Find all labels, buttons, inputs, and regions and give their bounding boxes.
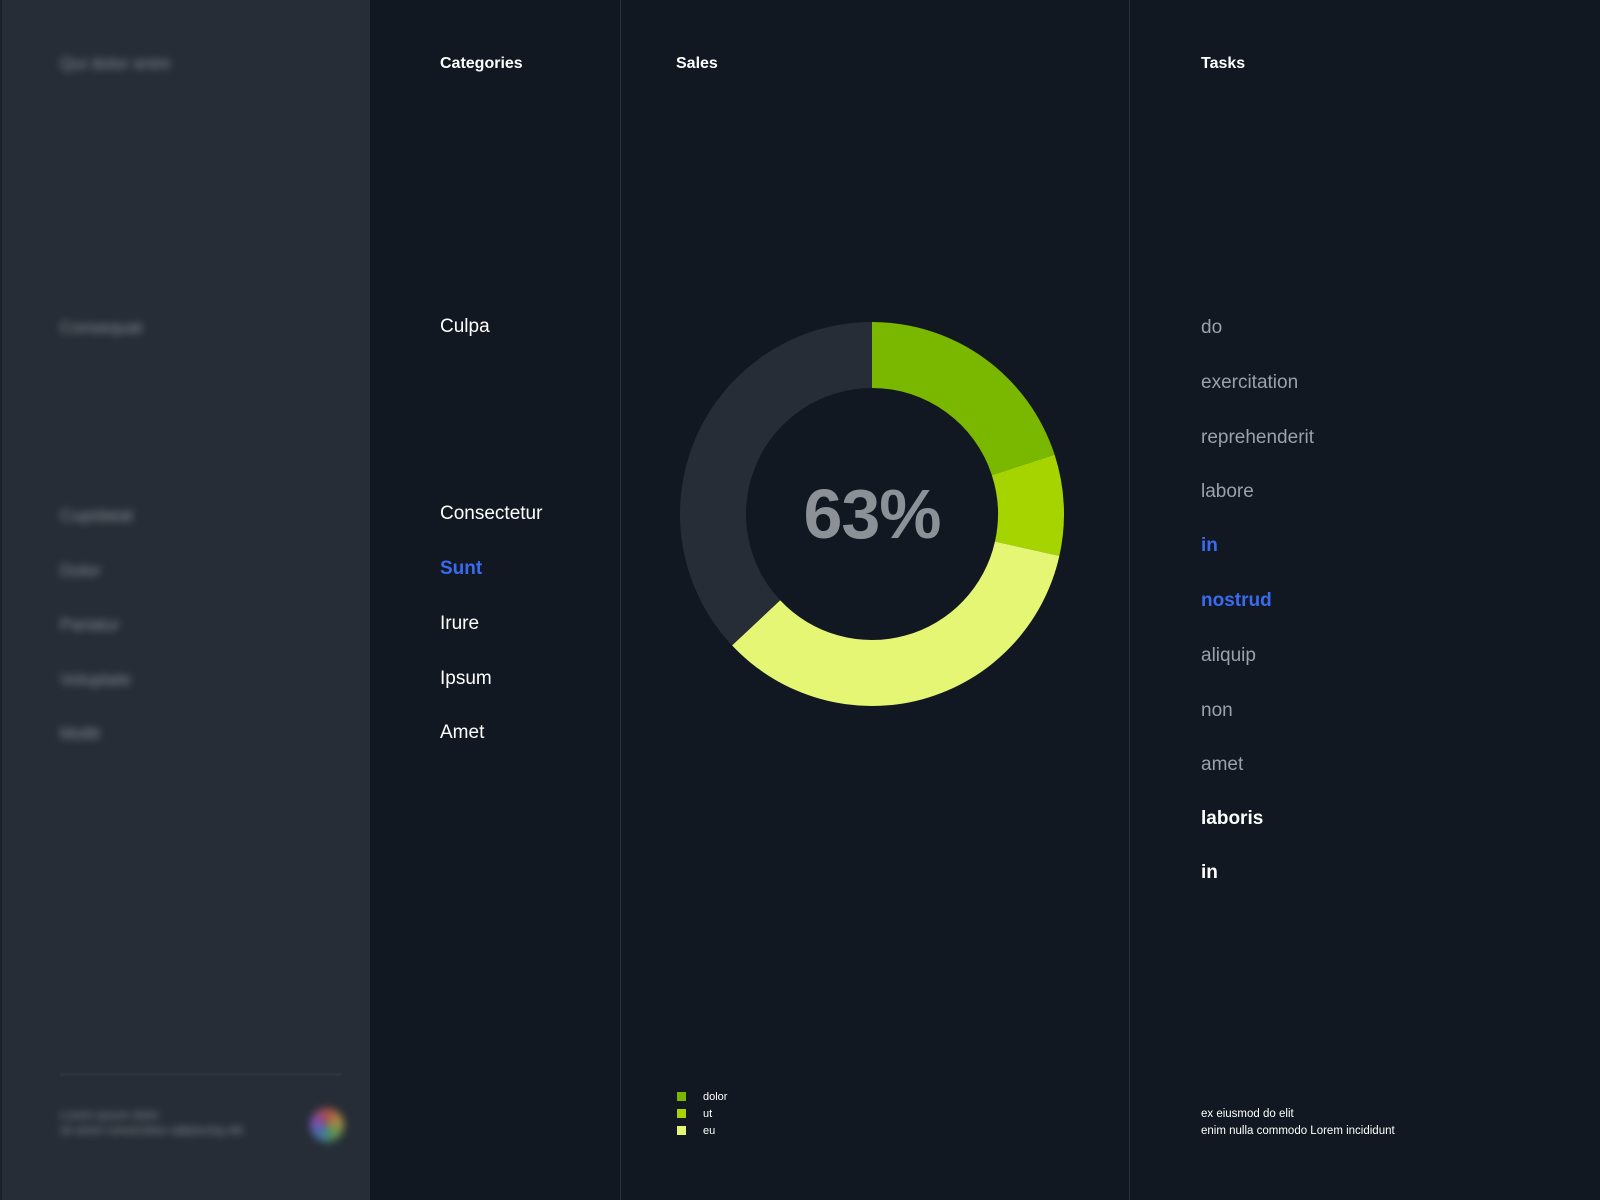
legend-item: ut	[677, 1105, 727, 1122]
column-divider	[620, 0, 621, 1200]
task-item[interactable]: reprehenderit	[1201, 425, 1314, 451]
legend-item: eu	[677, 1122, 727, 1139]
category-item[interactable]: Culpa	[440, 314, 490, 340]
avatar[interactable]	[310, 1108, 344, 1142]
category-item[interactable]: Consectetur	[440, 501, 542, 527]
sidebar-section-label[interactable]: Consequat	[60, 318, 142, 338]
task-item[interactable]: exercitation	[1201, 370, 1298, 396]
legend-swatch	[677, 1126, 686, 1135]
chart-legend: dolor ut eu	[677, 1088, 727, 1139]
sidebar-item-2[interactable]: Dolor	[60, 559, 133, 614]
tasks-footer: ex eiusmod do elit enim nulla commodo Lo…	[1201, 1106, 1395, 1140]
task-item[interactable]: do	[1201, 315, 1222, 341]
legend-label: dolor	[703, 1090, 728, 1103]
task-item-strong[interactable]: in	[1201, 860, 1218, 886]
category-item-active[interactable]: Sunt	[440, 556, 482, 582]
category-item[interactable]: Ipsum	[440, 666, 492, 692]
sidebar-item-1[interactable]: Cupidatat	[60, 504, 133, 559]
column-divider	[1129, 0, 1130, 1200]
task-item-strong[interactable]: laboris	[1201, 806, 1263, 832]
sales-title: Sales	[676, 55, 718, 72]
sidebar-footer-line1: Lorem ipsum dolor	[60, 1108, 160, 1122]
tasks-footer-line2: enim nulla commodo Lorem incididunt	[1201, 1125, 1395, 1137]
tasks-title: Tasks	[1201, 55, 1246, 72]
sidebar-brand: Qui dolor enim	[60, 54, 171, 73]
sidebar-footer-line2: sit amet consectetur adipiscing elit	[60, 1123, 243, 1137]
sidebar-item-5[interactable]: Mollit	[60, 722, 133, 777]
sidebar-item-4[interactable]: Voluptate	[60, 668, 133, 723]
legend-item: dolor	[677, 1088, 727, 1105]
legend-swatch	[677, 1109, 686, 1118]
legend-label: ut	[703, 1107, 713, 1120]
categories-title: Categories	[440, 55, 523, 72]
task-item[interactable]: labore	[1201, 479, 1254, 505]
sidebar-nav: Cupidatat Dolor Pariatur Voluptate Molli…	[60, 504, 133, 777]
donut-center-value: 63%	[803, 475, 941, 553]
task-item[interactable]: aliquip	[1201, 643, 1256, 669]
sidebar: Qui dolor enim Consequat Cupidatat Dolor…	[0, 0, 370, 1200]
sidebar-divider	[60, 1074, 342, 1075]
task-item-highlight[interactable]: nostrud	[1201, 588, 1272, 614]
tasks-footer-line1: ex eiusmod do elit	[1201, 1108, 1294, 1120]
sidebar-footer: Lorem ipsum dolor sit amet consectetur a…	[60, 1108, 243, 1138]
category-item[interactable]: Amet	[440, 720, 484, 746]
task-item-highlight[interactable]: in	[1201, 533, 1218, 559]
sales-donut-chart: 63%	[680, 322, 1064, 706]
category-item[interactable]: Irure	[440, 611, 479, 637]
task-item[interactable]: amet	[1201, 752, 1243, 778]
legend-swatch	[677, 1092, 686, 1101]
task-item[interactable]: non	[1201, 698, 1233, 724]
sidebar-item-3[interactable]: Pariatur	[60, 613, 133, 668]
legend-label: eu	[703, 1124, 716, 1137]
